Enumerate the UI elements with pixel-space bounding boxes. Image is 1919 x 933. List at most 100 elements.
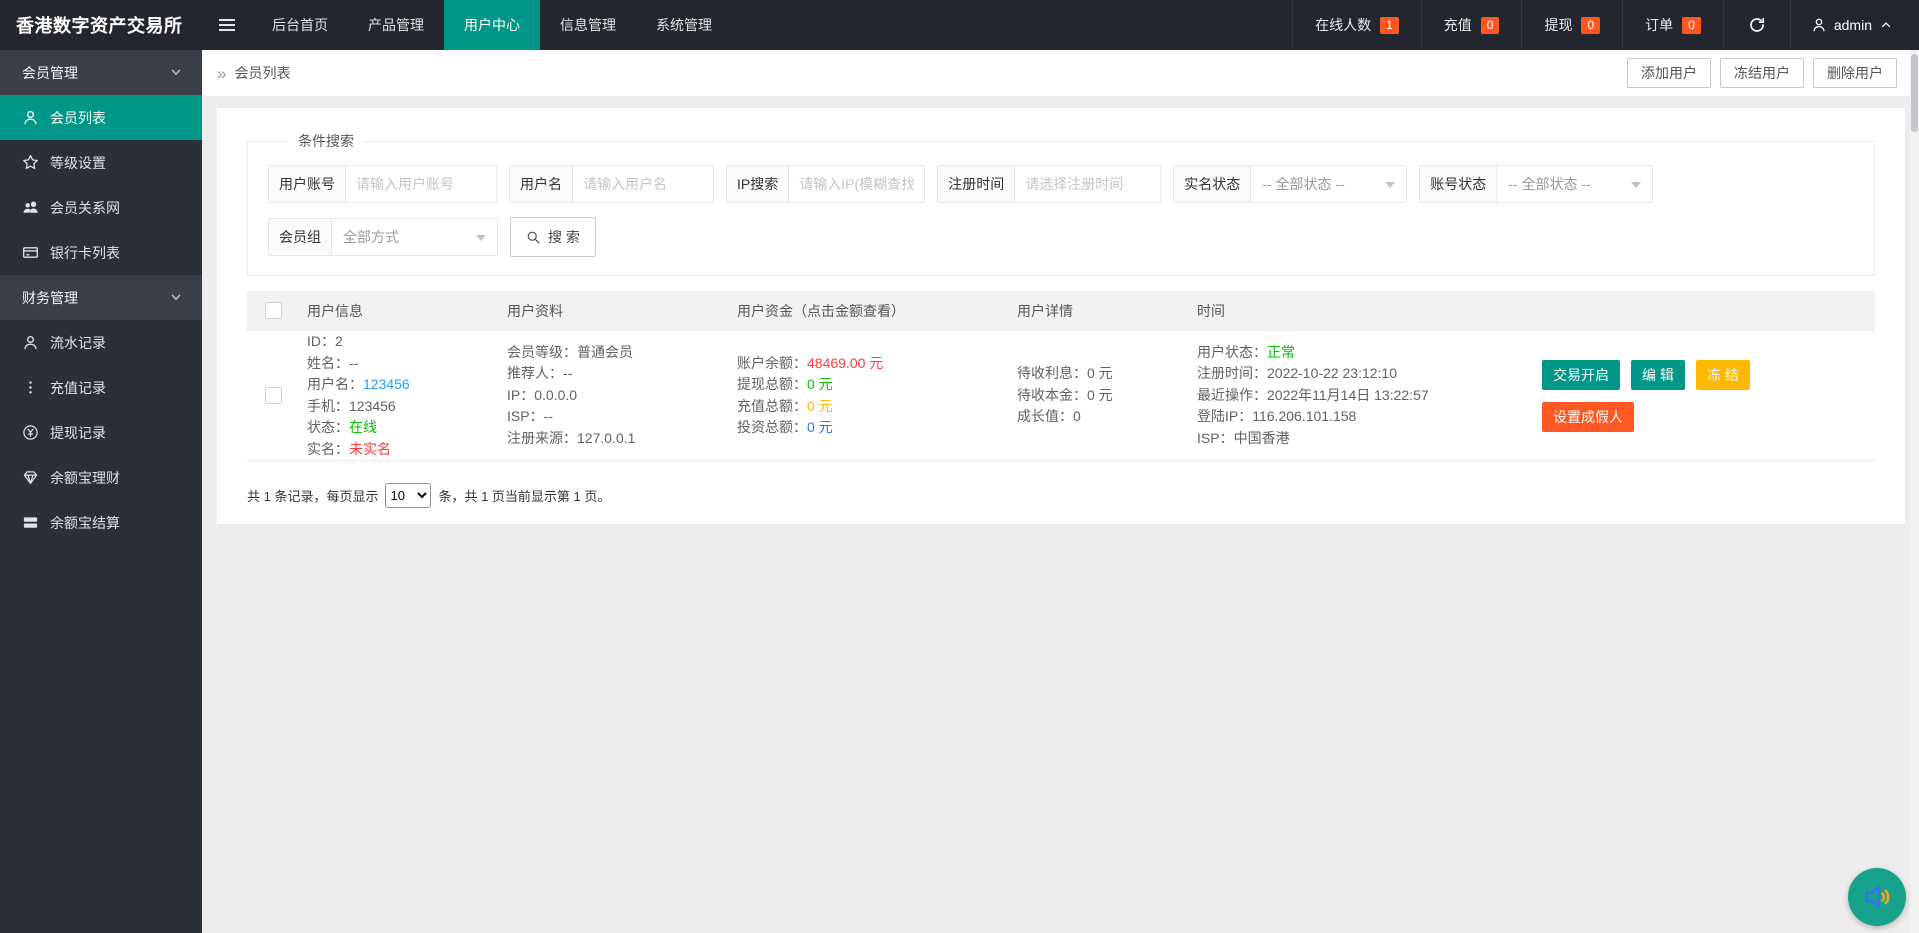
scrollbar-thumb[interactable] (1911, 54, 1918, 132)
balance-value[interactable]: 48469.00 元 (807, 355, 883, 371)
growth-value: 0 (1073, 408, 1081, 424)
invest-total-value[interactable]: 0 元 (807, 419, 833, 435)
trade-toggle-button[interactable]: 交易开启 (1542, 360, 1620, 390)
search-row-2: 会员组 全部方式 搜 索 (268, 217, 1854, 257)
pending-principal-value: 0 元 (1087, 387, 1113, 403)
scrollbar-track[interactable] (1910, 50, 1919, 933)
search-fieldset: 条件搜索 用户账号 用户名 IP搜索 注册时间 (247, 131, 1875, 276)
admin-menu[interactable]: admin (1790, 0, 1919, 50)
account-input[interactable] (346, 166, 496, 202)
refresh-icon (1748, 16, 1766, 34)
withdraw-total-value[interactable]: 0 元 (807, 376, 833, 392)
freeze-button[interactable]: 冻 结 (1696, 360, 1750, 390)
nav-item-products[interactable]: 产品管理 (348, 0, 444, 50)
referrer-value: -- (563, 365, 572, 381)
header-user-info: 用户信息 (307, 301, 507, 321)
pending-interest-value: 0 元 (1087, 365, 1113, 381)
sidebar-item-recharge-records[interactable]: 充值记录 (0, 365, 202, 410)
sidebar-item-bank-card-list[interactable]: 银行卡列表 (0, 230, 202, 275)
withdraw-stat[interactable]: 提现 0 (1521, 0, 1622, 50)
member-group-label: 会员组 (269, 219, 332, 255)
caret-down-icon (1385, 182, 1395, 188)
set-fake-user-button[interactable]: 设置成假人 (1542, 402, 1634, 432)
recharge-total-value[interactable]: 0 元 (807, 398, 833, 414)
account-status-value: -- 全部状态 -- (1508, 174, 1590, 194)
chevron-down-icon (168, 64, 184, 80)
topbar: 香港数字资产交易所 后台首页 产品管理 用户中心 信息管理 系统管理 在线人数 … (0, 0, 1919, 50)
sidebar-item-label: 会员关系网 (50, 198, 120, 218)
level-value: 普通会员 (577, 344, 633, 360)
nav-item-information[interactable]: 信息管理 (540, 0, 636, 50)
reg-time-value: 2022-10-22 23:12:10 (1267, 365, 1397, 381)
realname-status-select[interactable]: -- 全部状态 -- (1251, 166, 1406, 202)
sidebar-section-member-management[interactable]: 会员管理 (0, 50, 202, 95)
online-users-label: 在线人数 (1315, 15, 1371, 35)
pending-interest-label: 待收利息： (1017, 365, 1087, 381)
admin-username: admin (1834, 17, 1872, 33)
sidebar-item-withdraw-records[interactable]: 提现记录 (0, 410, 202, 455)
phone-value: 123456 (349, 398, 396, 414)
user-details-cell: 待收利息：0 元 待收本金：0 元 成长值：0 (1017, 363, 1197, 428)
freeze-user-button[interactable]: 冻结用户 (1720, 58, 1804, 88)
add-user-button[interactable]: 添加用户 (1627, 58, 1711, 88)
nav-item-dashboard[interactable]: 后台首页 (252, 0, 348, 50)
withdraw-label: 提现 (1544, 15, 1572, 35)
ip-search-input[interactable] (789, 166, 924, 202)
account-status-select[interactable]: -- 全部状态 -- (1497, 166, 1652, 202)
online-users-stat[interactable]: 在线人数 1 (1292, 0, 1421, 50)
recharge-stat[interactable]: 充值 0 (1421, 0, 1522, 50)
row-checkbox[interactable] (265, 387, 282, 404)
sidebar-item-flow-records[interactable]: 流水记录 (0, 320, 202, 365)
per-page-select[interactable]: 10 (385, 483, 431, 508)
header-time: 时间 (1197, 301, 1542, 321)
sound-toggle-button[interactable] (1848, 868, 1906, 926)
caret-down-icon (476, 235, 486, 241)
sidebar-item-label: 充值记录 (50, 378, 106, 398)
time-isp-value: 中国香港 (1234, 430, 1290, 446)
gem-icon (22, 469, 39, 486)
balance-label: 账户余额： (737, 355, 807, 371)
header-user-details: 用户详情 (1017, 301, 1197, 321)
sidebar-toggle-button[interactable] (202, 0, 252, 50)
search-button[interactable]: 搜 索 (510, 217, 596, 257)
username-link[interactable]: 123456 (363, 376, 410, 392)
refresh-button[interactable] (1723, 0, 1790, 50)
user-profile-cell: 会员等级：普通会员 推荐人：-- IP：0.0.0.0 ISP：-- 注册来源：… (507, 342, 737, 450)
nav-item-system[interactable]: 系统管理 (636, 0, 732, 50)
person-icon (1811, 17, 1827, 33)
search-legend: 条件搜索 (288, 131, 364, 151)
reg-source-label: 注册来源： (507, 430, 577, 446)
delete-user-button[interactable]: 删除用户 (1813, 58, 1897, 88)
sidebar-item-label: 会员列表 (50, 108, 106, 128)
sidebar-item-member-list[interactable]: 会员列表 (0, 95, 202, 140)
recharge-badge: 0 (1481, 17, 1500, 34)
sidebar-item-level-settings[interactable]: 等级设置 (0, 140, 202, 185)
select-all-checkbox[interactable] (265, 302, 282, 319)
member-group-select[interactable]: 全部方式 (332, 219, 497, 255)
sidebar-item-yuebao-wealth[interactable]: 余额宝理财 (0, 455, 202, 500)
group-icon (22, 199, 39, 216)
sidebar-section-finance-management[interactable]: 财务管理 (0, 275, 202, 320)
realname-status-value: -- 全部状态 -- (1262, 174, 1344, 194)
last-op-label: 最近操作： (1197, 387, 1267, 403)
orders-badge: 0 (1682, 17, 1701, 34)
growth-label: 成长值： (1017, 408, 1073, 424)
table-row: ID：2 姓名：-- 用户名：123456 手机：123456 状态：在线 实名… (247, 331, 1875, 461)
username-input[interactable] (573, 166, 713, 202)
reg-time-field-group: 注册时间 (937, 165, 1161, 203)
sidebar-item-yuebao-settlement[interactable]: 余额宝结算 (0, 500, 202, 545)
search-button-label: 搜 索 (548, 227, 580, 247)
orders-stat[interactable]: 订单 0 (1622, 0, 1723, 50)
nav-item-user-center[interactable]: 用户中心 (444, 0, 540, 50)
dots-icon (22, 379, 39, 396)
sidebar-item-member-network[interactable]: 会员关系网 (0, 185, 202, 230)
search-row-1: 用户账号 用户名 IP搜索 注册时间 实名状态 (268, 165, 1854, 203)
last-op-value: 2022年11月14日 13:22:57 (1267, 387, 1429, 403)
sidebar-item-label: 银行卡列表 (50, 243, 120, 263)
reg-time-input[interactable] (1015, 166, 1160, 202)
member-table: 用户信息 用户资料 用户资金（点击金额查看） 用户详情 时间 ID：2 姓名：-… (247, 291, 1875, 461)
page-title: 会员列表 (234, 63, 290, 83)
user-info-cell: ID：2 姓名：-- 用户名：123456 手机：123456 状态：在线 实名… (307, 331, 507, 460)
account-status-label: 账号状态 (1420, 166, 1497, 202)
edit-button[interactable]: 编 辑 (1631, 360, 1685, 390)
